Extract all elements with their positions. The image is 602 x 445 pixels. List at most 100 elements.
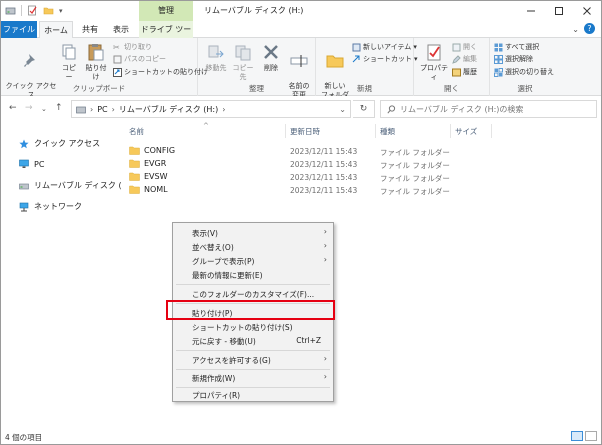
maximize-button[interactable] (545, 1, 573, 21)
menu-item-sort-by[interactable]: 並べ替え(O) › (173, 240, 333, 254)
menu-item-give-access[interactable]: アクセスを許可する(G) › (173, 353, 333, 367)
tab-drive-tools[interactable]: ドライブ ツール (139, 21, 193, 51)
menu-item-view[interactable]: 表示(V) › (173, 226, 333, 240)
new-folder-icon[interactable] (43, 5, 54, 16)
tab-share[interactable]: 共有 (76, 21, 104, 38)
table-row[interactable]: CONFIG 2023/12/11 15:43 ファイル フォルダー (121, 145, 601, 158)
file-date: 2023/12/11 15:43 (290, 173, 358, 182)
menu-item-undo-move[interactable]: 元に戻す - 移動(U) Ctrl+Z (173, 334, 333, 348)
file-type: ファイル フォルダー (380, 148, 450, 157)
back-arrow-icon[interactable]: ← (9, 103, 17, 113)
column-divider[interactable] (450, 124, 451, 138)
nav-item-quick-access[interactable]: クイック アクセス (19, 138, 100, 149)
tab-home[interactable]: ホーム (39, 21, 73, 39)
move-to-button[interactable]: 移動先 (204, 42, 228, 73)
menu-item-group-by[interactable]: グループで表示(P) › (173, 254, 333, 268)
open-icon (452, 43, 461, 51)
submenu-arrow-icon: › (323, 255, 327, 264)
search-icon (387, 104, 396, 114)
column-divider[interactable] (285, 124, 286, 138)
select-none-icon (494, 54, 503, 64)
column-divider[interactable] (491, 124, 492, 138)
column-header-name[interactable]: 名前 (129, 126, 144, 137)
qat-dropdown-icon[interactable]: ▾ (59, 7, 63, 15)
select-none-button[interactable]: 選択解除 (494, 54, 533, 64)
file-name-cell: CONFIG (129, 146, 175, 155)
edit-label: 編集 (463, 55, 477, 63)
recent-locations-chevron-icon[interactable]: ⌄ (41, 105, 47, 113)
file-type: ファイル フォルダー (380, 161, 450, 170)
up-arrow-icon[interactable]: ↑ (55, 103, 63, 113)
sort-ascending-icon: ^ (203, 122, 209, 130)
minimize-button[interactable] (517, 1, 545, 21)
refresh-button[interactable]: ↻ (353, 100, 375, 118)
new-item-icon (352, 43, 361, 51)
table-row[interactable]: EVSW 2023/12/11 15:43 ファイル フォルダー (121, 171, 601, 184)
nav-item-removable-disk[interactable]: リムーバブル ディスク (H:) (19, 180, 133, 191)
table-row[interactable]: EVGR 2023/12/11 15:43 ファイル フォルダー (121, 158, 601, 171)
column-header-size[interactable]: サイズ (455, 126, 477, 137)
maximize-icon (555, 7, 563, 15)
copy-path-label: パスのコピー (124, 55, 166, 63)
address-drive-icon (76, 106, 86, 113)
help-icon[interactable]: ? (584, 23, 595, 34)
manage-context-tab[interactable]: 管理 (139, 1, 193, 21)
invert-selection-button[interactable]: 選択の切り替え (494, 67, 554, 77)
breadcrumb-separator-icon: › (90, 104, 94, 114)
history-button[interactable]: 履歴 (452, 67, 477, 77)
select-all-button[interactable]: すべて選択 (494, 42, 539, 52)
menu-item-customize-folder[interactable]: このフォルダーのカスタマイズ(F)... (173, 287, 333, 301)
menu-item-refresh[interactable]: 最新の情報に更新(E) (173, 268, 333, 282)
paste-button[interactable]: 貼り付け (83, 42, 109, 82)
folder-icon (129, 146, 140, 155)
refresh-icon: ↻ (359, 104, 368, 114)
open-label: 開く (463, 43, 477, 51)
menu-item-paste-shortcut[interactable]: ショートカットの貼り付け(S) (173, 320, 333, 334)
cut-button[interactable]: ✂ 切り取り (113, 42, 152, 52)
easy-access-shortcut-button[interactable]: ショートカット ▾ (352, 54, 418, 64)
details-view-icon[interactable] (571, 431, 583, 441)
delete-x-icon (264, 45, 278, 59)
copy-path-button[interactable]: パスのコピー (113, 54, 166, 64)
nav-item-label: PC (34, 159, 45, 169)
drive-icon[interactable] (5, 5, 16, 16)
search-box[interactable]: リムーバブル ディスク (H:)の検索 (380, 100, 597, 118)
breadcrumb-pc[interactable]: PC (97, 105, 107, 114)
properties-check-icon[interactable] (27, 5, 38, 16)
removable-disk-icon (19, 183, 29, 189)
column-divider[interactable] (375, 124, 376, 138)
menu-item-new[interactable]: 新規作成(W) › (173, 371, 333, 385)
nav-item-pc[interactable]: PC (19, 159, 44, 169)
copy-path-icon (113, 55, 122, 63)
close-button[interactable] (573, 1, 601, 21)
column-header-date[interactable]: 更新日時 (290, 126, 320, 137)
column-header-type[interactable]: 種類 (380, 126, 395, 137)
delete-button[interactable]: 削除 (260, 42, 282, 73)
invert-selection-icon (494, 67, 503, 77)
menu-item-properties[interactable]: プロパティ(R) (173, 388, 333, 402)
copy-to-button[interactable]: コピー先 (230, 42, 256, 82)
nav-item-network[interactable]: ネットワーク (19, 201, 82, 212)
toolbar-divider (21, 5, 22, 16)
menu-item-label: 元に戻す - 移動(U) (192, 337, 256, 346)
ribbon-collapse-icon[interactable]: ⌄ (572, 25, 579, 34)
copy-icon (62, 44, 76, 60)
open-button[interactable]: 開く (452, 42, 477, 52)
network-icon (19, 202, 29, 211)
large-icons-view-icon[interactable] (585, 431, 597, 441)
tab-file[interactable]: ファイル (1, 21, 37, 38)
address-history-dropdown-icon[interactable]: ⌄ (339, 105, 346, 114)
copy-button[interactable]: コピー (59, 42, 79, 82)
edit-button[interactable]: 編集 (452, 54, 477, 64)
properties-button[interactable]: プロパティ (418, 42, 450, 82)
breadcrumb-drive[interactable]: リムーバブル ディスク (H:) (119, 104, 218, 115)
new-item-button[interactable]: 新しいアイテム ▾ (352, 42, 417, 52)
new-folder-large-icon (326, 55, 344, 68)
invert-selection-label: 選択の切り替え (505, 68, 554, 76)
forward-arrow-icon[interactable]: → (25, 103, 33, 113)
tab-view[interactable]: 表示 (106, 21, 136, 38)
address-bar[interactable]: › PC › リムーバブル ディスク (H:) › ⌄ (71, 100, 351, 118)
paste-shortcut-button[interactable]: ショートカットの貼り付け (113, 67, 208, 77)
table-row[interactable]: NOML 2023/12/11 15:43 ファイル フォルダー (121, 184, 601, 197)
submenu-arrow-icon: › (323, 354, 327, 363)
